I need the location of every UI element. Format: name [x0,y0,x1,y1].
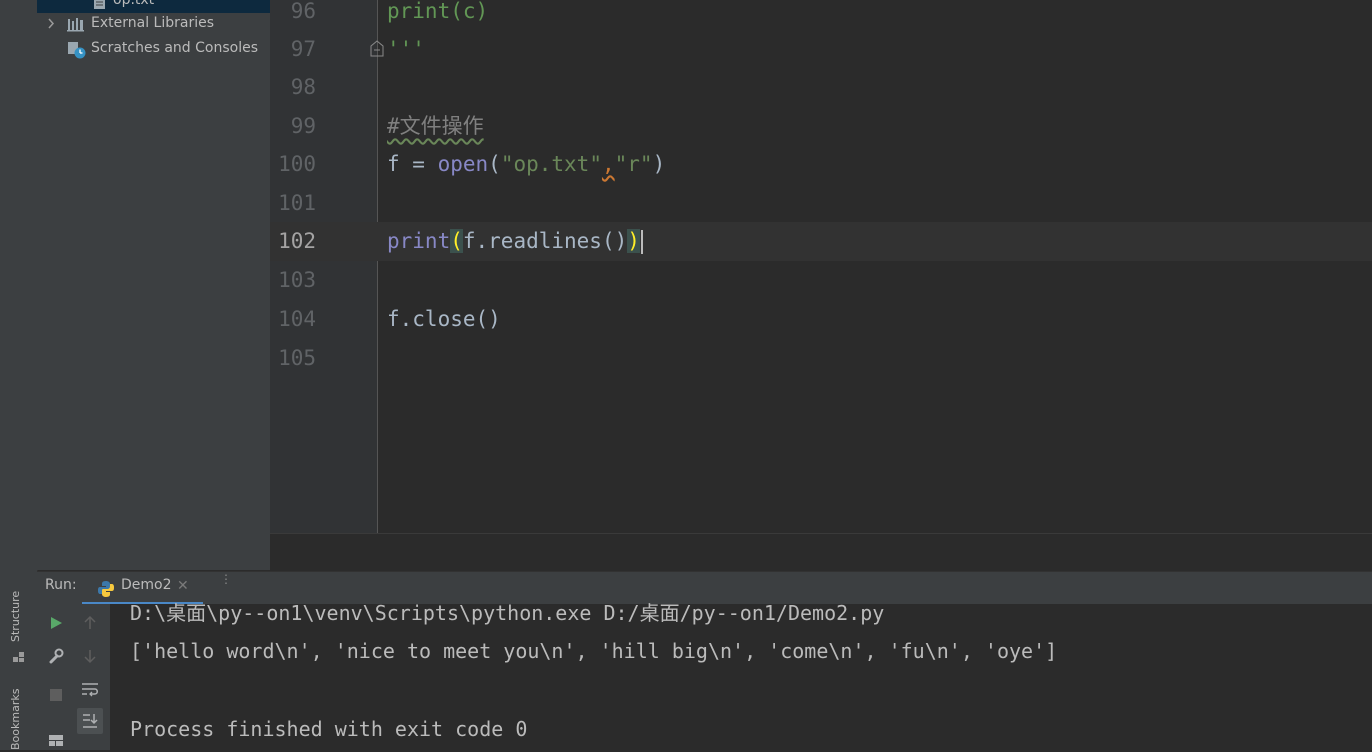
bookmarks-tab[interactable]: Bookmarks [9,689,22,750]
code-token: open [437,152,489,176]
close-icon[interactable]: ✕ [177,578,189,594]
code-token: ( [488,152,501,176]
wrench-icon[interactable] [44,644,68,668]
line-number: 101 [278,191,316,215]
line-number: 96 [290,0,316,23]
left-tool-strip: Structure Bookmarks [0,0,38,750]
line-number: 100 [278,152,316,176]
tree-item-label: Scratches and Consoles [91,40,258,56]
structure-tab[interactable]: Structure [9,591,22,642]
code-token: f.readlines() [462,229,628,253]
code-token: ) [652,152,666,176]
console-line: ['hello word\n', 'nice to meet you\n', '… [130,639,1058,663]
brace-match: ( [450,229,463,253]
brace-match: ) [627,229,640,253]
stop-button[interactable] [44,683,68,707]
fold-marker-icon[interactable] [369,39,385,61]
code-line-comment: #文件操作 [387,114,484,138]
tree-item-scratches[interactable]: Scratches and Consoles [37,36,270,61]
tree-item-external-libraries[interactable]: External Libraries [37,11,270,36]
structure-icon [13,648,25,662]
code-line: print(c) [387,0,489,23]
line-number: 104 [278,307,316,331]
layout-icon[interactable] [44,728,68,752]
text-caret [640,230,643,254]
line-number: 98 [290,75,316,99]
rerun-button[interactable] [44,611,68,635]
project-tree: op.txt External Libraries Scratches and … [37,0,270,570]
scroll-to-end-button[interactable] [77,708,103,734]
soft-wrap-icon[interactable] [78,677,102,701]
code-token: "r" [614,152,653,176]
line-number: 105 [278,346,316,370]
scratches-icon [67,41,87,68]
code-line: f.close() [387,307,501,331]
editor-status-area [270,533,1372,572]
line-number: 99 [290,114,316,138]
console-output[interactable]: D:\桌面\py--on1\venv\Scripts\python.exe D:… [110,601,1372,750]
tree-item-label: External Libraries [91,15,214,31]
line-number: 97 [290,37,316,61]
code-token-warning: , [601,152,615,176]
code-line: ''' [387,37,425,61]
code-line: f = open("op.txt","r") [387,145,665,184]
gutter-divider [377,0,378,533]
code-token: "op.txt" [500,152,602,176]
python-icon [97,580,115,602]
scroll-up-button[interactable] [78,611,102,635]
run-toolbar [37,604,110,750]
more-options-icon[interactable]: ⋮ [220,572,232,586]
code-line-current: print(f.readlines()) [387,222,643,261]
line-number-current: 102 [278,229,316,253]
scroll-down-button[interactable] [78,644,102,668]
code-token: print [387,229,451,253]
line-number: 103 [278,268,316,292]
run-label: Run: [45,577,77,593]
console-line: Process finished with exit code 0 [130,717,528,741]
code-token: f = [387,152,438,176]
run-tab-label: Demo2 [121,577,172,593]
console-line: D:\桌面\py--on1\venv\Scripts\python.exe D:… [130,601,885,625]
code-editor[interactable]: 96 97 98 99 100 101 102 103 104 105 prin… [270,0,1372,533]
